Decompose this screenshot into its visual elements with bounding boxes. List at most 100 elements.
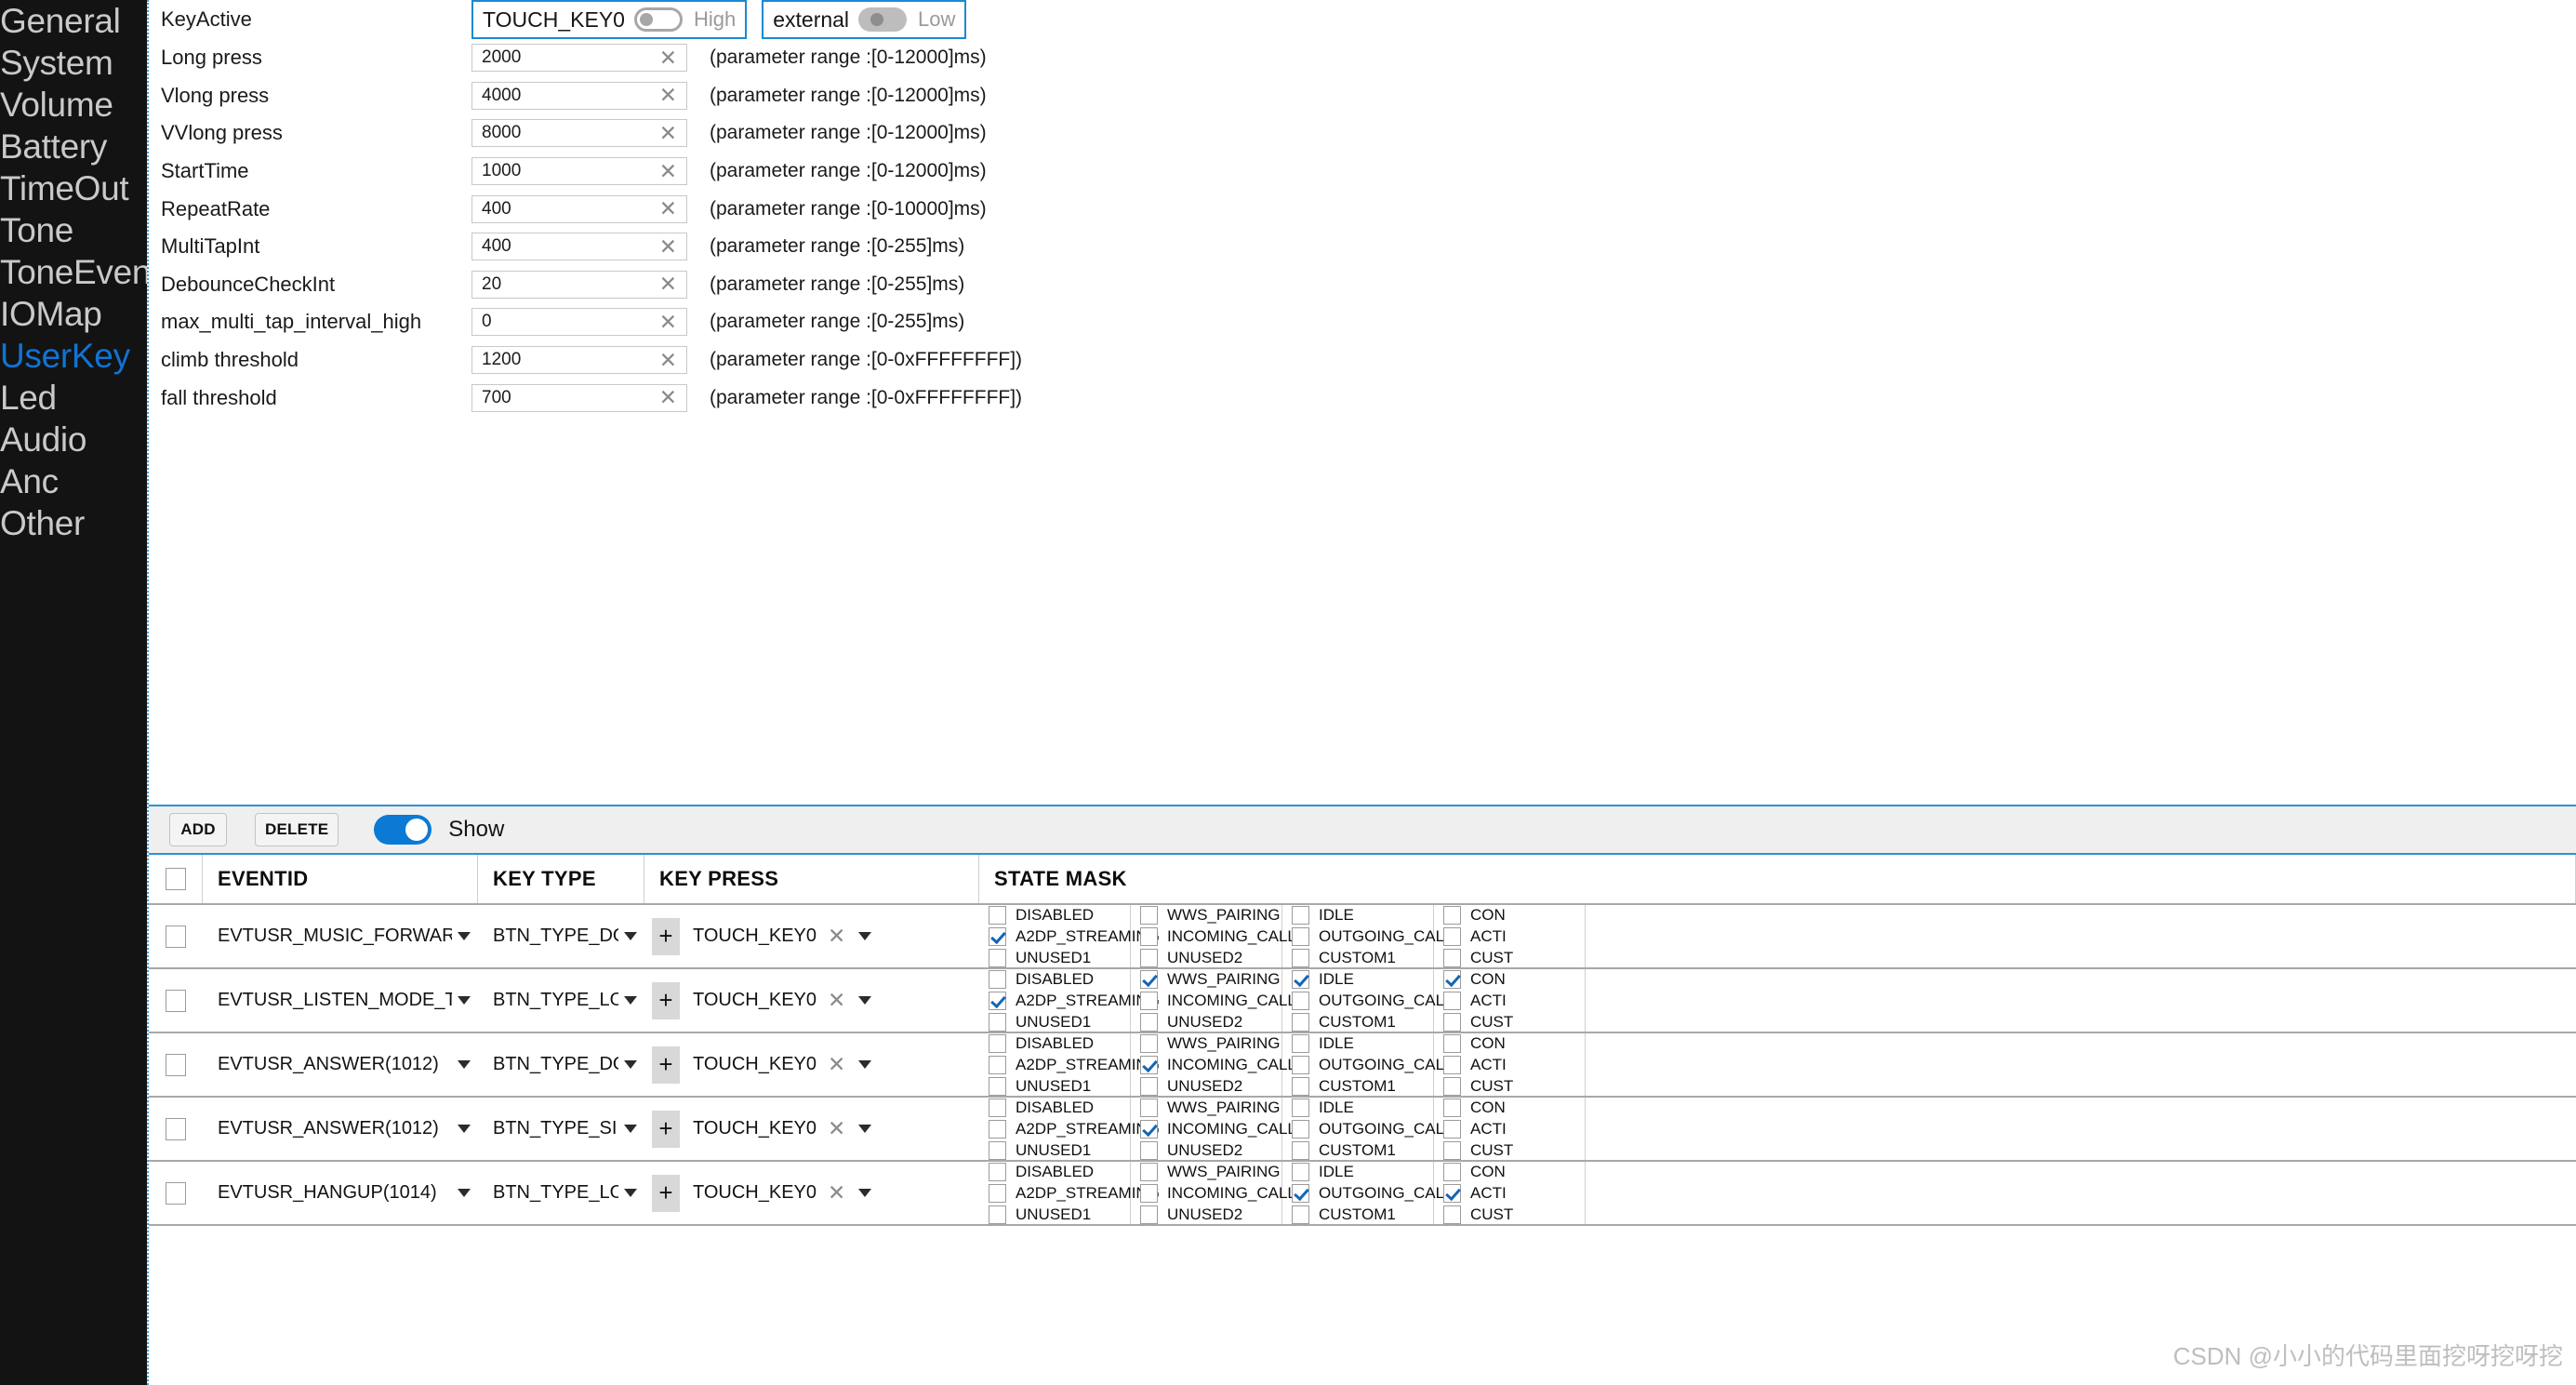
clear-icon[interactable]: ✕ <box>657 47 679 69</box>
add-key-press-button[interactable]: + <box>652 1110 680 1148</box>
state-mask-checkbox[interactable] <box>1292 1140 1309 1160</box>
eventid-dropdown[interactable]: EVTUSR_ANSWER(1012) <box>203 1033 478 1096</box>
keyactive-source-toggle[interactable] <box>858 7 908 32</box>
state-mask-checkbox[interactable] <box>1292 905 1309 925</box>
remove-key-press-icon[interactable]: ✕ <box>828 988 845 1013</box>
sidebar-item-tone[interactable]: Tone <box>0 209 147 251</box>
state-mask-checkbox[interactable] <box>1292 1205 1309 1224</box>
sidebar-item-toneevent[interactable]: ToneEvent <box>0 251 147 293</box>
sidebar-item-general[interactable]: General <box>0 0 147 42</box>
state-mask-checkbox[interactable] <box>1140 1119 1158 1139</box>
state-mask-checkbox[interactable] <box>989 905 1006 925</box>
chevron-down-icon[interactable] <box>858 1060 872 1069</box>
state-mask-checkbox[interactable] <box>1443 1119 1461 1139</box>
sidebar-item-audio[interactable]: Audio <box>0 419 147 460</box>
state-mask-checkbox[interactable] <box>1292 1098 1309 1117</box>
state-mask-checkbox[interactable] <box>1140 1055 1158 1074</box>
state-mask-checkbox[interactable] <box>989 1119 1006 1139</box>
clear-icon[interactable]: ✕ <box>657 273 679 295</box>
param-input[interactable]: 400 ✕ <box>471 233 687 261</box>
row-select-checkbox[interactable] <box>166 1053 186 1076</box>
header-key-type[interactable]: KEY TYPE <box>478 855 644 903</box>
param-input[interactable]: 20 ✕ <box>471 270 687 299</box>
state-mask-checkbox[interactable] <box>1140 1140 1158 1160</box>
param-input[interactable]: 4000 ✕ <box>471 81 687 110</box>
state-mask-checkbox[interactable] <box>1292 1119 1309 1139</box>
state-mask-checkbox[interactable] <box>1292 991 1309 1010</box>
header-eventid[interactable]: EVENTID <box>203 855 478 903</box>
select-all-checkbox[interactable] <box>165 868 186 890</box>
clear-icon[interactable]: ✕ <box>657 198 679 220</box>
state-mask-checkbox[interactable] <box>989 1012 1006 1032</box>
state-mask-checkbox[interactable] <box>1292 1055 1309 1074</box>
remove-key-press-icon[interactable]: ✕ <box>828 1180 845 1205</box>
state-mask-checkbox[interactable] <box>1443 926 1461 946</box>
table-row[interactable]: EVTUSR_ANSWER(1012) BTN_TYPE_SINGLE + TOUCH… <box>149 1098 2576 1162</box>
add-key-press-button[interactable]: + <box>652 917 680 955</box>
add-key-press-button[interactable]: + <box>652 981 680 1019</box>
state-mask-checkbox[interactable] <box>1443 1076 1461 1096</box>
sidebar-item-anc[interactable]: Anc <box>0 460 147 502</box>
chevron-down-icon[interactable] <box>858 996 872 1005</box>
sidebar-item-userkey[interactable]: UserKey <box>0 335 147 377</box>
table-row[interactable]: EVTUSR_HANGUP(1014) BTN_TYPE_LONG + TOUCH_K… <box>149 1162 2576 1226</box>
state-mask-checkbox[interactable] <box>1140 1162 1158 1181</box>
sidebar-item-system[interactable]: System <box>0 42 147 84</box>
clear-icon[interactable]: ✕ <box>657 311 679 333</box>
state-mask-checkbox[interactable] <box>1140 1012 1158 1032</box>
sidebar-item-iomap[interactable]: IOMap <box>0 293 147 335</box>
sidebar-item-volume[interactable]: Volume <box>0 84 147 126</box>
state-mask-checkbox[interactable] <box>1140 991 1158 1010</box>
state-mask-checkbox[interactable] <box>989 1098 1006 1117</box>
param-input[interactable]: 1200 ✕ <box>471 346 687 375</box>
state-mask-checkbox[interactable] <box>1443 905 1461 925</box>
sidebar-item-other[interactable]: Other <box>0 502 147 544</box>
row-select-checkbox[interactable] <box>166 989 186 1012</box>
delete-button[interactable]: DELETE <box>255 813 339 846</box>
state-mask-checkbox[interactable] <box>989 1205 1006 1224</box>
state-mask-checkbox[interactable] <box>1140 1183 1158 1203</box>
state-mask-checkbox[interactable] <box>989 948 1006 967</box>
clear-icon[interactable]: ✕ <box>657 235 679 258</box>
param-input[interactable]: 1000 ✕ <box>471 157 687 186</box>
state-mask-checkbox[interactable] <box>1443 1205 1461 1224</box>
state-mask-checkbox[interactable] <box>989 1055 1006 1074</box>
state-mask-checkbox[interactable] <box>1443 969 1461 989</box>
state-mask-checkbox[interactable] <box>1292 1033 1309 1053</box>
state-mask-checkbox[interactable] <box>1292 1183 1309 1203</box>
state-mask-checkbox[interactable] <box>1443 1033 1461 1053</box>
state-mask-checkbox[interactable] <box>1443 1183 1461 1203</box>
state-mask-checkbox[interactable] <box>1443 1140 1461 1160</box>
state-mask-checkbox[interactable] <box>1292 948 1309 967</box>
state-mask-checkbox[interactable] <box>989 1076 1006 1096</box>
state-mask-checkbox[interactable] <box>1140 926 1158 946</box>
state-mask-checkbox[interactable] <box>1140 1098 1158 1117</box>
clear-icon[interactable]: ✕ <box>657 387 679 408</box>
state-mask-checkbox[interactable] <box>989 1183 1006 1203</box>
state-mask-checkbox[interactable] <box>1292 1076 1309 1096</box>
clear-icon[interactable]: ✕ <box>657 122 679 144</box>
header-state-mask[interactable]: STATE MASK <box>979 855 2576 903</box>
eventid-dropdown[interactable]: EVTUSR_LISTEN_MODE_TOGGLE(1036) <box>203 969 478 1032</box>
param-input[interactable]: 700 ✕ <box>471 383 687 412</box>
add-button[interactable]: ADD <box>169 813 227 846</box>
remove-key-press-icon[interactable]: ✕ <box>828 924 845 949</box>
eventid-dropdown[interactable]: EVTUSR_ANSWER(1012) <box>203 1098 478 1160</box>
table-row[interactable]: EVTUSR_LISTEN_MODE_TOGGLE(1036) BTN_TYPE_… <box>149 969 2576 1033</box>
state-mask-checkbox[interactable] <box>989 926 1006 946</box>
table-row[interactable]: EVTUSR_MUSIC_FORWARD(1023) BTN_TYPE_DOUBL… <box>149 905 2576 969</box>
state-mask-checkbox[interactable] <box>1292 1162 1309 1181</box>
state-mask-checkbox[interactable] <box>1140 1033 1158 1053</box>
add-key-press-button[interactable]: + <box>652 1174 680 1212</box>
state-mask-checkbox[interactable] <box>1443 948 1461 967</box>
param-input[interactable]: 0 ✕ <box>471 308 687 337</box>
state-mask-checkbox[interactable] <box>1140 948 1158 967</box>
state-mask-checkbox[interactable] <box>989 1140 1006 1160</box>
key-type-dropdown[interactable]: BTN_TYPE_DOUBLE <box>478 1033 644 1096</box>
keyactive-source-toggle[interactable] <box>633 7 683 32</box>
table-row[interactable]: EVTUSR_ANSWER(1012) BTN_TYPE_DOUBLE + TOUCH… <box>149 1033 2576 1098</box>
add-key-press-button[interactable]: + <box>652 1045 680 1084</box>
state-mask-checkbox[interactable] <box>1443 1162 1461 1181</box>
header-key-press[interactable]: KEY PRESS <box>644 855 979 903</box>
row-select-checkbox[interactable] <box>166 1117 186 1140</box>
